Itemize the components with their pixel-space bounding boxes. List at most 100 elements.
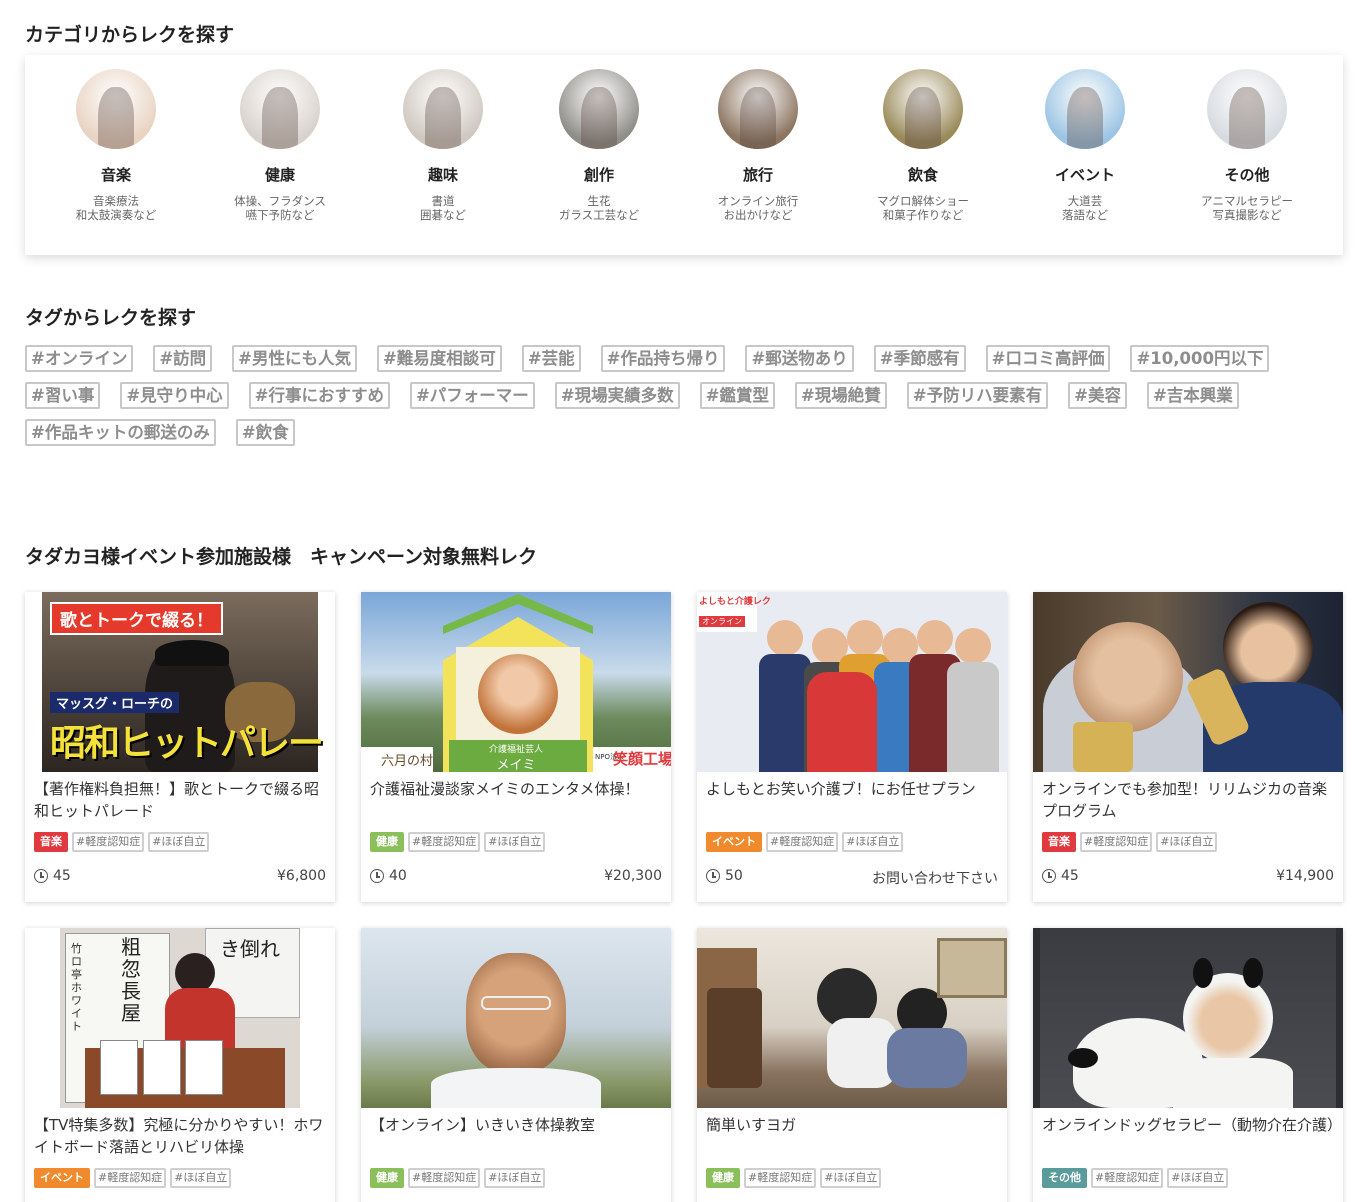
- category-photo-figure: [1067, 86, 1103, 149]
- tag-link[interactable]: #芸能: [521, 345, 581, 372]
- category-name: 趣味: [427, 166, 458, 184]
- card-footer: 45 ¥6,800: [34, 868, 326, 888]
- tag-link[interactable]: #作品持ち帰り: [600, 345, 726, 372]
- category-name: 音楽: [100, 166, 131, 184]
- tag-row: #オンライン #訪問 #男性にも人気 #難易度相談可 #芸能 #作品持ち帰り #郵送物あり #…: [25, 340, 1325, 377]
- campaign-card[interactable]: よしもと介護レク オンライン よしもとお笑い介護ブ！にお任せプラン イベント #軽度認知…: [697, 592, 1007, 902]
- category-item[interactable]: 音楽 音楽療法 和太鼓演奏など: [36, 69, 196, 222]
- campaign-card[interactable]: 粗忽長屋 竹ロ亭 ホワイト き倒れ 【TV特集多数】究極に分かりやすい！ホワイトボード…: [25, 928, 335, 1202]
- category-item[interactable]: 飲食 マグロ解体ショー 和菓子作りなど: [843, 69, 1003, 222]
- category-photo-figure: [262, 86, 298, 149]
- tag-link[interactable]: #作品キットの郵送のみ: [25, 419, 216, 446]
- calligraphy-photo: [403, 69, 483, 149]
- tag-link[interactable]: #吉本興業: [1146, 382, 1239, 409]
- price: ¥14,900: [1276, 868, 1334, 884]
- category-description: マグロ解体ショー 和菓子作りなど: [877, 194, 969, 222]
- tag-link[interactable]: #美容: [1068, 382, 1127, 409]
- card-title: よしもとお笑い介護ブ！にお任せプラン: [706, 780, 976, 798]
- category-item[interactable]: イベント 大道芸 落語など: [1005, 69, 1165, 222]
- category-description: 大道芸 落語など: [1062, 194, 1108, 222]
- photo-shape: [955, 628, 991, 664]
- campaign-card[interactable]: オンラインドッグセラピー（動物介在介護） その他 #軽度認知症 #ほぼ自立: [1033, 928, 1343, 1202]
- category-photo-figure: [581, 86, 617, 149]
- duration-value: 45: [1061, 868, 1079, 884]
- duration-value: 50: [725, 868, 743, 884]
- photo-shape: [847, 620, 883, 656]
- photo-shape: [1173, 1058, 1293, 1108]
- category-item[interactable]: 健康 体操、フラダンス 嚥下予防など: [200, 69, 360, 222]
- brand-corner-sub: オンライン: [699, 616, 745, 627]
- exercise-photo: [240, 69, 320, 149]
- tag-link[interactable]: #難易度相談可: [376, 345, 502, 372]
- photo-shape: [1073, 622, 1183, 732]
- campaign-card[interactable]: 簡単いすヨガ 健康 #軽度認知症 #ほぼ自立: [697, 928, 1007, 1202]
- tag-link[interactable]: #行事におすすめ: [248, 382, 390, 409]
- food-photo: [883, 69, 963, 149]
- duration-value: 40: [389, 868, 407, 884]
- tag-link[interactable]: #現場絶賛: [794, 382, 887, 409]
- tags-section-title: タグからレクを探す: [25, 307, 197, 329]
- tag-link[interactable]: #飲食: [235, 419, 295, 446]
- tag-link[interactable]: #オンライン: [25, 345, 134, 372]
- tag-link[interactable]: #10,000円以下: [1130, 345, 1270, 372]
- duration: 45: [34, 868, 71, 884]
- photo-shape: [1073, 722, 1133, 772]
- category-item[interactable]: 旅行 オンライン旅行 お出かけなど: [678, 69, 838, 222]
- card-tag: #ほぼ自立: [148, 832, 210, 852]
- card-tag: #ほぼ自立: [170, 1168, 232, 1188]
- photo-shape: [1243, 958, 1263, 988]
- campaign-card[interactable]: オンラインでも参加型！リリムジカの音楽プログラム 音楽 #軽度認知症 #ほぼ自立 45 ¥…: [1033, 592, 1343, 902]
- category-badge: 健康: [370, 1168, 404, 1188]
- clock-icon: [706, 869, 720, 883]
- card-tag: #軽度認知症: [1091, 1168, 1164, 1188]
- tag-link[interactable]: #予防リハ要素有: [906, 382, 1049, 409]
- category-badge: 音楽: [34, 832, 68, 852]
- card-tag: #ほぼ自立: [484, 832, 546, 852]
- seniors-photo: [1207, 69, 1287, 149]
- whiteboard-subtitle: 竹ロ亭 ホワイト: [71, 942, 82, 1033]
- card-title: オンラインドッグセラピー（動物介在介護）: [1042, 1116, 1343, 1134]
- tag-link[interactable]: #パフォーマー: [409, 382, 535, 409]
- card-tag: #軽度認知症: [94, 1168, 167, 1188]
- rakugo-photo: 粗忽長屋 竹ロ亭 ホワイト き倒れ: [25, 928, 335, 1108]
- category-name: 創作: [583, 166, 614, 184]
- tag-link[interactable]: #習い事: [25, 382, 101, 409]
- card-title: 【著作権料負担無！】歌とトークで綴る昭和ヒットパレード: [34, 780, 320, 820]
- tag-link[interactable]: #郵送物あり: [745, 345, 854, 372]
- category-description: オンライン旅行 お出かけなど: [717, 194, 799, 222]
- whiteboard-title: 粗忽長屋: [121, 935, 141, 1025]
- clock-icon: [370, 869, 384, 883]
- singer-photo: 歌とトークで綴る！ マッスグ・ローチの 昭和ヒットパレード: [25, 592, 335, 772]
- tag-link[interactable]: #鑑賞型: [699, 382, 775, 409]
- card-tag: #ほぼ自立: [842, 832, 904, 852]
- card-tags: その他 #軽度認知症 #ほぼ自立: [1042, 1168, 1232, 1188]
- category-item[interactable]: その他 アニマルセラピー 写真撮影など: [1167, 69, 1327, 222]
- category-item[interactable]: 趣味 書道 囲碁など: [363, 69, 523, 222]
- category-description: アニマルセラピー 写真撮影など: [1201, 194, 1293, 222]
- category-description: 体操、フラダンス 嚥下予防など: [234, 194, 326, 222]
- category-badge: イベント: [706, 832, 762, 852]
- photo-shape: [917, 620, 953, 656]
- tag-row: #作品キットの郵送のみ #飲食: [25, 414, 1325, 451]
- card-tag: #軽度認知症: [408, 1168, 481, 1188]
- campaign-section-title: タダカヨ様イベント参加施設様 キャンペーン対象無料レク: [25, 546, 538, 568]
- tag-link[interactable]: #季節感有: [873, 345, 966, 372]
- photo-shape: [143, 1040, 181, 1095]
- instructor-photo: [361, 928, 671, 1108]
- campaign-card[interactable]: 歌とトークで綴る！ マッスグ・ローチの 昭和ヒットパレード【著作権料負担無！】歌とト…: [25, 592, 335, 902]
- card-footer: 45 ¥14,900: [1042, 868, 1334, 888]
- campaign-card[interactable]: 介護福祉芸人 メイミ 六月の村 NPO法人 笑顔工場 介護福祉漫談家メイミのエンタメ体操！…: [361, 592, 671, 902]
- clock-icon: [1042, 869, 1056, 883]
- tag-link[interactable]: #見守り中心: [120, 382, 229, 409]
- banner-mid-text: マッスグ・ローチの: [50, 692, 180, 713]
- violin-photo: [76, 69, 156, 149]
- card-tag: #ほぼ自立: [820, 1168, 882, 1188]
- price: ¥6,800: [277, 868, 326, 884]
- tag-link[interactable]: #男性にも人気: [232, 345, 357, 372]
- campaign-card[interactable]: 【オンライン】いきいき体操教室 健康 #軽度認知症 #ほぼ自立: [361, 928, 671, 1202]
- category-item[interactable]: 創作 生花 ガラス工芸など: [519, 69, 679, 222]
- tag-link[interactable]: #口コミ高評価: [985, 345, 1111, 372]
- tag-link[interactable]: #現場実績多数: [554, 382, 680, 409]
- tag-link[interactable]: #訪問: [153, 345, 213, 372]
- card-tag: #軽度認知症: [408, 832, 481, 852]
